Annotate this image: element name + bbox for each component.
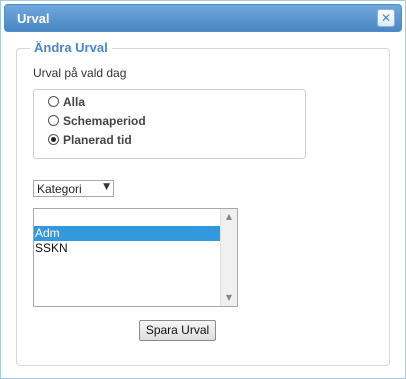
radio-planerad-tid-button[interactable] (48, 134, 59, 145)
close-button[interactable]: ✕ (377, 9, 395, 27)
radio-alla-button[interactable] (48, 96, 59, 107)
scroll-up-icon[interactable]: ▲ (221, 210, 237, 224)
dialog-title: Urval (17, 11, 50, 26)
chevron-down-icon: ▼ (103, 182, 110, 192)
list-item-adm[interactable]: Adm (34, 226, 221, 241)
radio-schemaperiod-label: Schemaperiod (63, 114, 146, 128)
list-item-sskn[interactable]: SSKN (34, 241, 221, 256)
fieldset-legend: Ändra Urval (30, 40, 112, 55)
close-icon: ✕ (380, 11, 392, 25)
urval-subtitle: Urval på vald dag (33, 66, 127, 80)
category-listbox[interactable]: Adm SSKN ▲ ▼ (33, 208, 238, 307)
category-select-value: Kategori (37, 182, 82, 196)
radio-alla-label: Alla (63, 95, 86, 109)
listbox-scrollbar[interactable]: ▲ ▼ (220, 209, 237, 306)
dialog-titlebar[interactable]: Urval ✕ (4, 4, 402, 32)
radio-planerad-tid-label: Planerad tid (63, 133, 132, 147)
scroll-down-icon[interactable]: ▼ (221, 291, 237, 305)
category-select[interactable]: Kategori ▼ (33, 180, 114, 197)
save-urval-button[interactable]: Spara Urval (139, 320, 216, 341)
radio-schemaperiod-button[interactable] (48, 115, 59, 126)
